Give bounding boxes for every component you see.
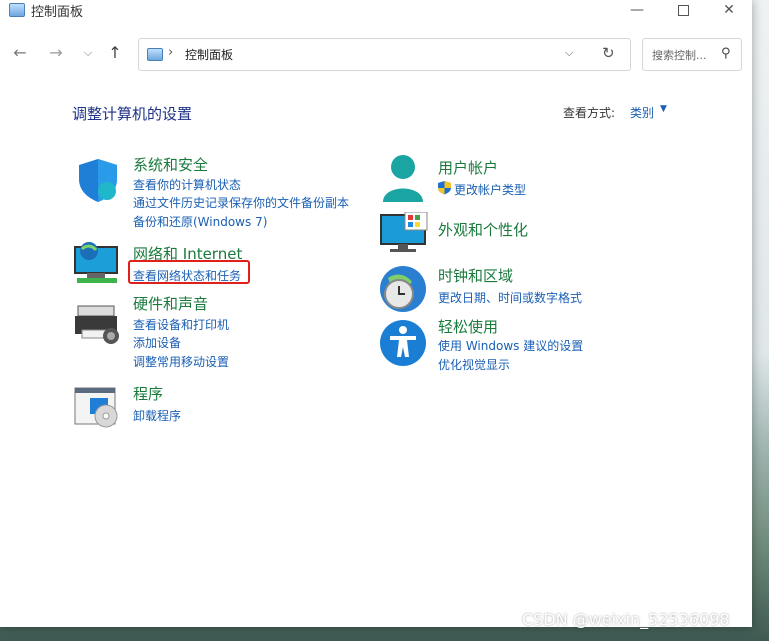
category-hardware-sound[interactable]: 硬件和声音 [133, 293, 208, 314]
network-globe-icon[interactable] [73, 241, 123, 287]
link-change-account-type[interactable]: 更改帐户类型 [454, 181, 526, 198]
window-title: 控制面板 [31, 5, 84, 20]
accessibility-icon[interactable] [379, 319, 427, 367]
clock-globe-icon[interactable] [378, 264, 428, 314]
navigation-bar: ← → ⌵ ↑ › 控制面板 ⌵ ↻ 搜索控制... ⚲ [0, 34, 752, 72]
close-button[interactable]: ✕ [706, 0, 752, 22]
maximize-icon [677, 5, 689, 16]
link-windows-suggested-settings[interactable]: 使用 Windows 建议的设置 [438, 337, 583, 354]
forward-arrow-icon[interactable]: → [45, 42, 67, 64]
minimize-button[interactable]: — [614, 0, 660, 22]
view-by-label: 查看方式: [563, 106, 616, 120]
category-appearance[interactable]: 外观和个性化 [438, 219, 528, 240]
chevron-down-icon[interactable]: ⌵ [77, 42, 99, 64]
link-view-computer-status[interactable]: 查看你的计算机状态 [133, 176, 241, 193]
search-icon[interactable]: ⚲ [721, 46, 731, 61]
address-bar[interactable]: › 控制面板 ⌵ ↻ [138, 38, 631, 71]
refresh-icon[interactable]: ↻ [602, 44, 615, 62]
control-panel-icon [147, 48, 163, 61]
category-user-accounts[interactable]: 用户帐户 [438, 157, 498, 178]
search-input[interactable]: 搜索控制... ⚲ [642, 38, 742, 71]
link-add-device[interactable]: 添加设备 [133, 334, 181, 351]
page-title: 调整计算机的设置 [72, 105, 193, 123]
link-uninstall-program[interactable]: 卸载程序 [133, 407, 181, 424]
personalization-monitor-icon[interactable] [380, 212, 428, 254]
title-bar[interactable]: 控制面板 — ✕ [0, 0, 752, 22]
shield-icon[interactable] [75, 157, 121, 203]
control-panel-window: 控制面板 — ✕ ← → ⌵ ↑ › 控制面板 ⌵ ↻ 搜索控制... ⚲ 调整… [0, 0, 752, 627]
back-arrow-icon[interactable]: ← [9, 42, 31, 64]
chevron-down-icon[interactable]: ⌵ [565, 46, 573, 60]
user-account-icon[interactable] [380, 154, 426, 204]
category-clock-region[interactable]: 时钟和区域 [438, 265, 513, 286]
caret-down-icon[interactable]: ▼ [660, 104, 667, 114]
breadcrumb-chevron-icon[interactable]: › [168, 45, 173, 60]
category-system-security[interactable]: 系统和安全 [133, 154, 208, 175]
uac-shield-icon [438, 181, 451, 195]
printer-icon[interactable] [74, 302, 122, 346]
link-optimize-visual-display[interactable]: 优化视觉显示 [438, 356, 510, 373]
category-ease-of-access[interactable]: 轻松使用 [438, 316, 498, 337]
highlight-box [128, 260, 250, 284]
view-by-dropdown[interactable]: 类别 [630, 104, 654, 121]
programs-icon[interactable] [74, 386, 122, 430]
search-placeholder: 搜索控制... [652, 49, 707, 62]
link-mobility-settings[interactable]: 调整常用移动设置 [133, 353, 229, 370]
link-backup-restore[interactable]: 备份和还原(Windows 7) [133, 213, 267, 230]
breadcrumb[interactable]: 控制面板 [185, 46, 233, 63]
control-panel-icon [9, 3, 25, 17]
link-file-history-backup[interactable]: 通过文件历史记录保存你的文件备份副本 [133, 194, 349, 211]
maximize-button[interactable] [660, 0, 706, 22]
link-view-devices-printers[interactable]: 查看设备和打印机 [133, 316, 229, 333]
watermark: CSDN @weixin_52536098 [522, 610, 730, 629]
link-change-date-time-format[interactable]: 更改日期、时间或数字格式 [438, 289, 582, 306]
category-programs[interactable]: 程序 [133, 383, 163, 404]
up-arrow-icon[interactable]: ↑ [104, 42, 126, 64]
